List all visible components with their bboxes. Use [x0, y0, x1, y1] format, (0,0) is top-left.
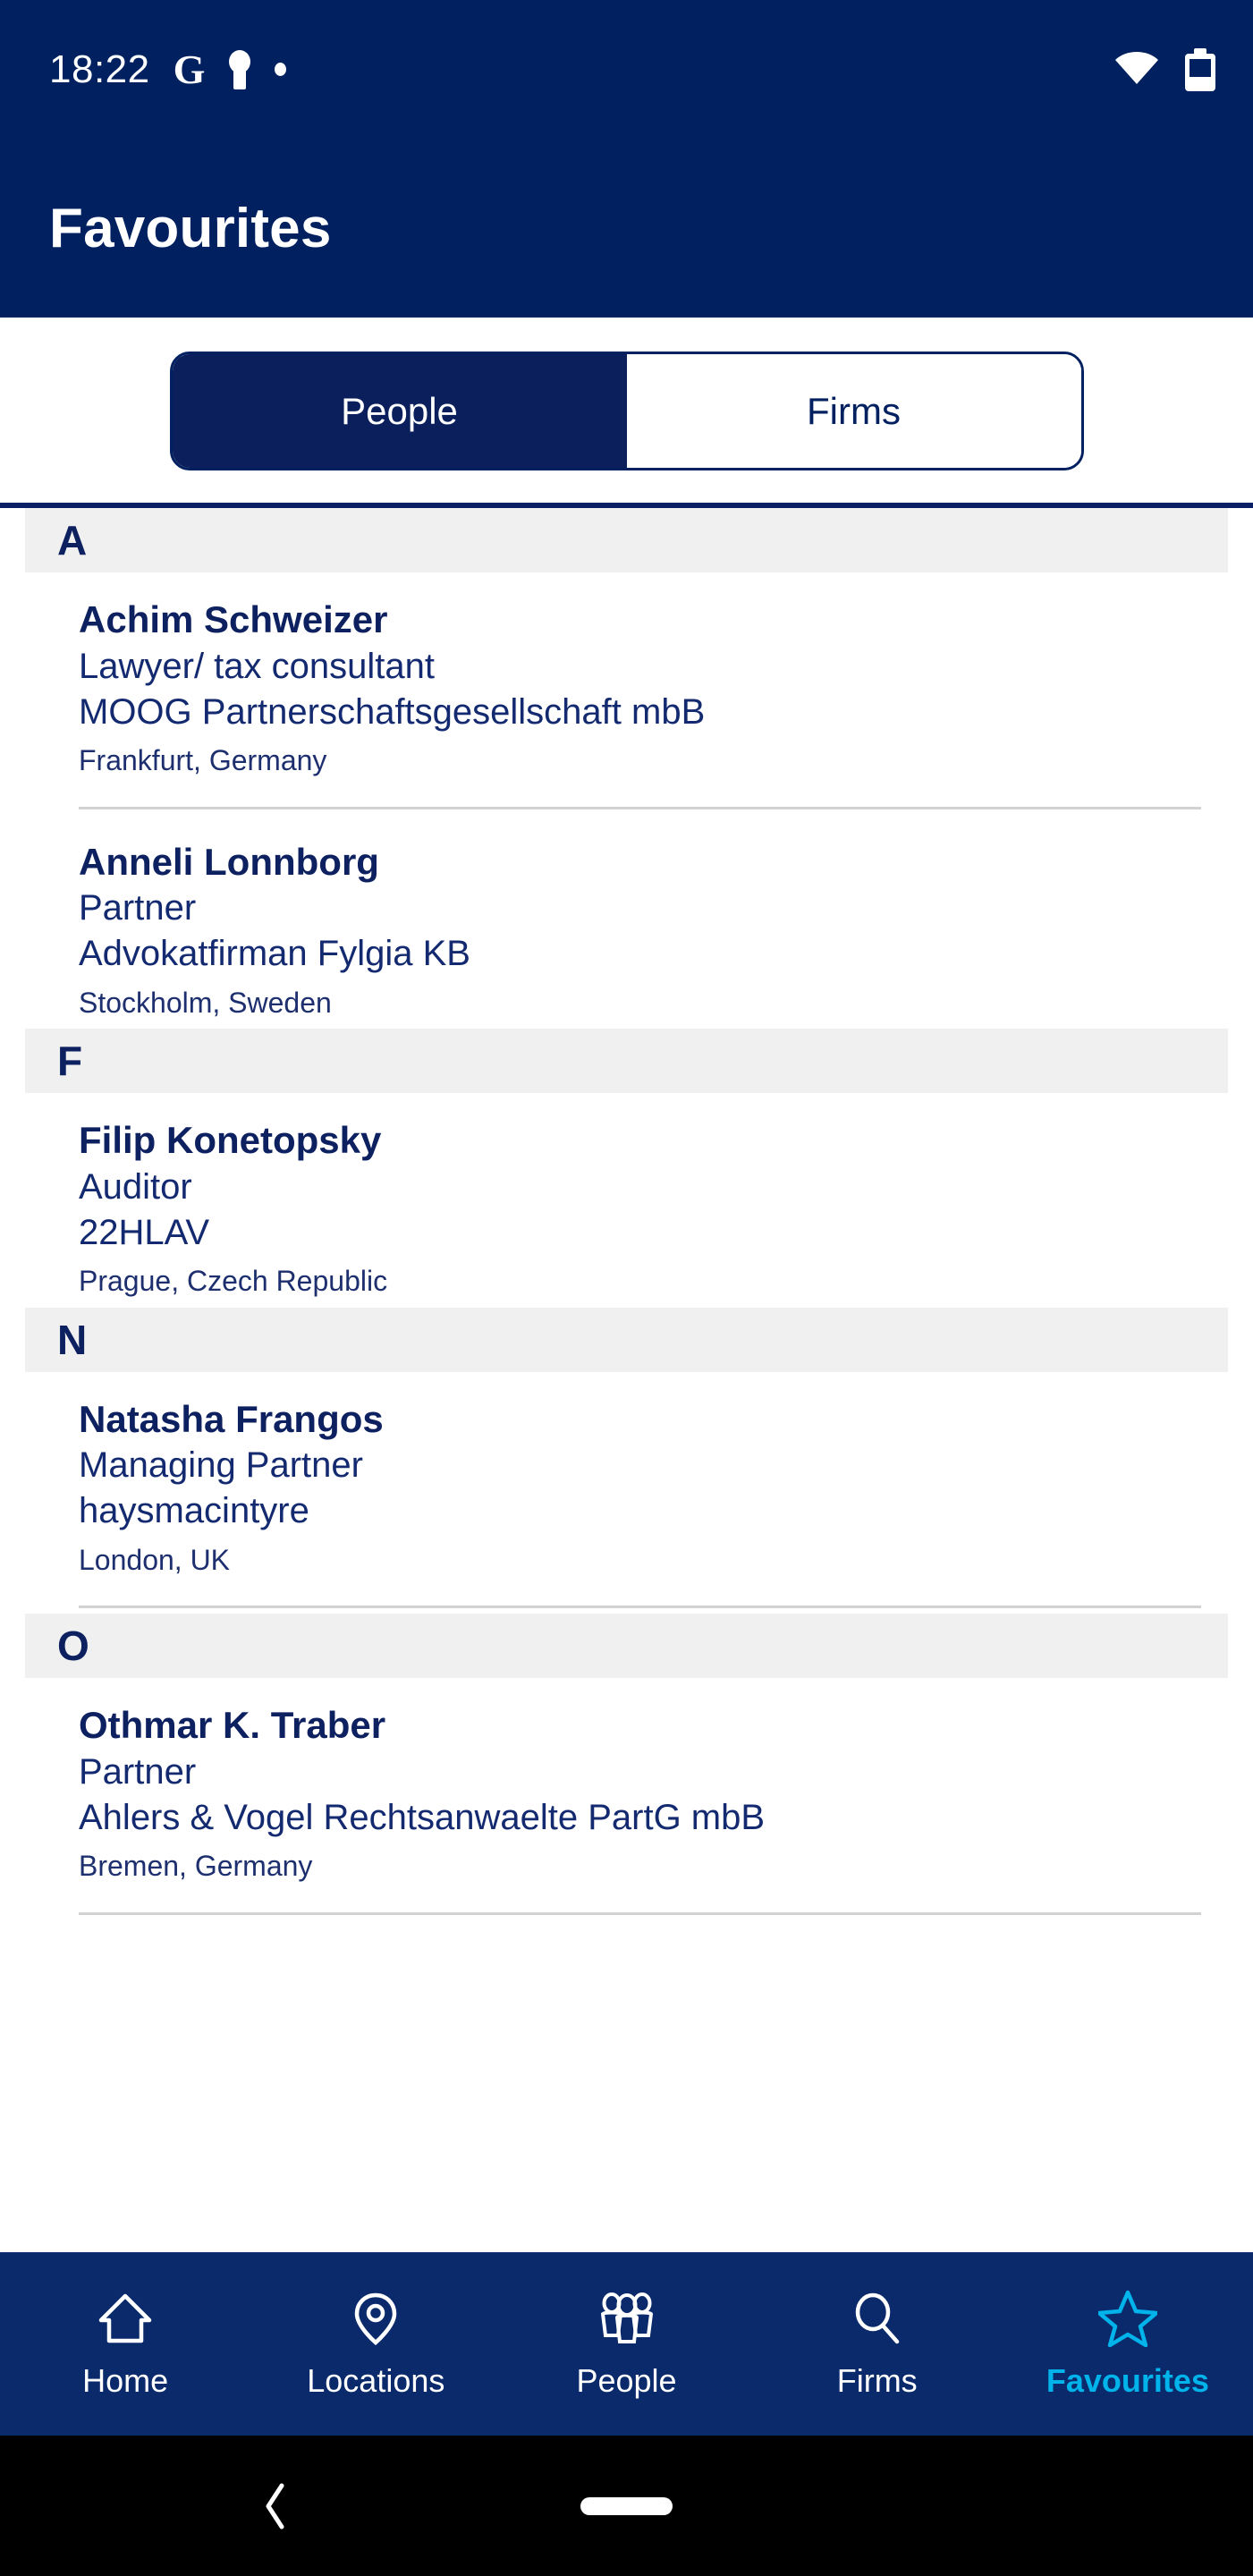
home-icon: [96, 2289, 155, 2348]
entry-name: Filip Konetopsky: [79, 1119, 382, 1162]
list-divider: [79, 1911, 1201, 1915]
nav-label: Locations: [307, 2361, 445, 2399]
entry-title: Lawyer/ tax consultant: [79, 646, 435, 686]
list-item[interactable]: Anneli Lonnborg Partner Advokatfirman Fy…: [0, 815, 1253, 1030]
segment-control: People Firms: [169, 352, 1084, 470]
app-header: Favourites: [0, 139, 1253, 318]
app-root: 18:22 G Favourites People Firms A Achim …: [0, 0, 1253, 2576]
entry-firm: 22HLAV: [79, 1212, 210, 1252]
list-item[interactable]: Natasha Frangos Managing Partner haysmac…: [0, 1372, 1253, 1614]
favourites-list[interactable]: A Achim Schweizer Lawyer/ tax consultant…: [0, 508, 1253, 2252]
entry-title: Managing Partner: [79, 1445, 363, 1486]
home-pill-icon[interactable]: [580, 2496, 673, 2515]
entry-location: Frankfurt, Germany: [79, 744, 327, 777]
section-header-o: O: [25, 1614, 1228, 1679]
nav-item-home[interactable]: Home: [0, 2289, 250, 2400]
tab-people[interactable]: People: [172, 354, 627, 468]
status-bar-left: 18:22 G: [49, 46, 287, 92]
page-title: Favourites: [49, 197, 332, 259]
dot-icon: [275, 63, 287, 76]
star-icon: [1097, 2289, 1157, 2348]
section-letter: O: [57, 1623, 89, 1670]
tab-firms[interactable]: Firms: [626, 354, 1081, 468]
system-navigation-bar: [0, 2436, 1253, 2576]
people-group-icon: [597, 2289, 656, 2348]
nav-item-people[interactable]: People: [501, 2289, 751, 2400]
entry-location: London, UK: [79, 1543, 231, 1576]
list-item[interactable]: Othmar K. Traber Partner Ahlers & Vogel …: [0, 1678, 1253, 1920]
nav-label: Firms: [836, 2361, 918, 2399]
section-header-a: A: [25, 508, 1228, 572]
entry-firm: haysmacintyre: [79, 1491, 309, 1531]
nav-item-favourites[interactable]: Favourites: [1003, 2289, 1253, 2400]
map-pin-icon: [346, 2289, 405, 2348]
entry-firm: MOOG Partnerschaftsgesellschaft mbB: [79, 691, 706, 732]
back-chevron-icon[interactable]: [264, 2483, 287, 2529]
nav-label: People: [576, 2361, 677, 2399]
list-item[interactable]: Achim Schweizer Lawyer/ tax consultant M…: [0, 572, 1253, 815]
section-letter: N: [57, 1316, 88, 1363]
entry-name: Achim Schweizer: [79, 598, 388, 640]
bottom-navigation: Home Locations People Firms Favourites: [0, 2252, 1253, 2436]
entry-title: Partner: [79, 1751, 197, 1792]
entry-firm: Advokatfirman Fylgia KB: [79, 934, 470, 974]
entry-name: Natasha Frangos: [79, 1397, 384, 1440]
section-letter: F: [57, 1038, 83, 1085]
status-time: 18:22: [49, 47, 150, 91]
segment-control-area: People Firms: [0, 318, 1253, 508]
section-header-f: F: [25, 1029, 1228, 1094]
entry-name: Anneli Lonnborg: [79, 840, 379, 883]
entry-location: Stockholm, Sweden: [79, 986, 332, 1019]
wifi-icon: [1113, 49, 1160, 89]
nav-item-locations[interactable]: Locations: [250, 2289, 501, 2400]
tab-firms-label: Firms: [807, 389, 901, 432]
list-item[interactable]: Filip Konetopsky Auditor 22HLAV Prague, …: [0, 1093, 1253, 1308]
section-letter: A: [57, 517, 88, 564]
entry-title: Auditor: [79, 1166, 192, 1207]
list-divider: [79, 1606, 1201, 1609]
google-g-icon: G: [173, 46, 206, 92]
entry-title: Partner: [79, 888, 197, 928]
entry-name: Othmar K. Traber: [79, 1704, 386, 1747]
nav-label: Home: [82, 2361, 169, 2399]
status-bar-right: [1113, 47, 1215, 91]
section-header-n: N: [25, 1307, 1228, 1372]
nav-item-firms[interactable]: Firms: [752, 2289, 1003, 2400]
battery-icon: [1185, 47, 1215, 91]
keyhole-icon: [228, 49, 251, 89]
entry-firm: Ahlers & Vogel Rechtsanwaelte PartG mbB: [79, 1798, 766, 1837]
entry-location: Prague, Czech Republic: [79, 1265, 388, 1298]
nav-label: Favourites: [1046, 2361, 1209, 2399]
search-icon: [848, 2289, 907, 2348]
list-divider: [79, 806, 1201, 809]
entry-location: Bremen, Germany: [79, 1850, 313, 1883]
status-bar: 18:22 G: [0, 0, 1253, 139]
tab-people-label: People: [341, 389, 458, 432]
